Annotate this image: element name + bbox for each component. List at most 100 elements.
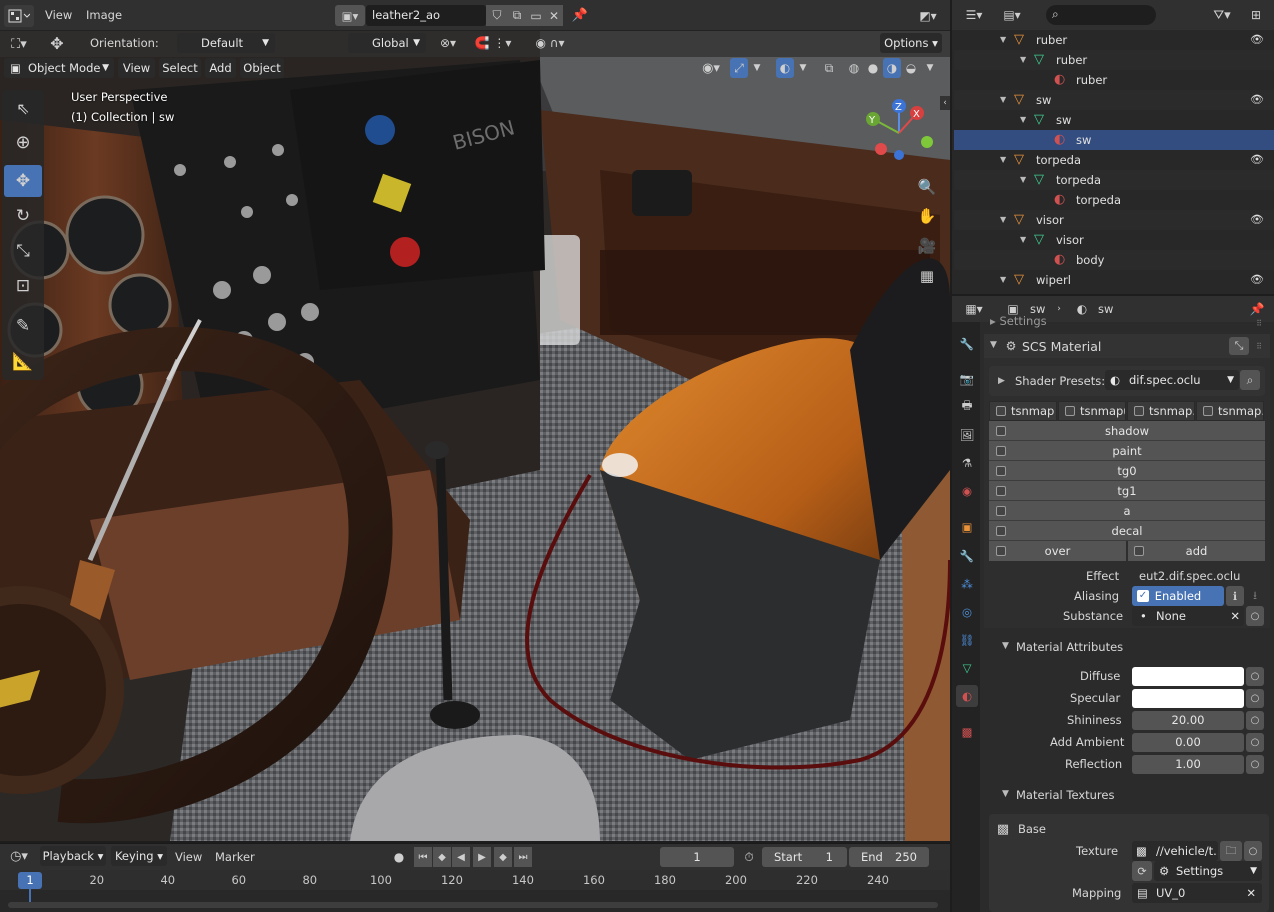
chevron-down-icon[interactable]: ▼ (750, 58, 764, 78)
keyframe-dot-icon[interactable]: ○ (1246, 733, 1264, 752)
expand-panel-icon[interactable]: ⤡ (1229, 337, 1249, 355)
display-mode-icon[interactable]: ▤▾ (996, 5, 1028, 25)
flag-checkbox[interactable] (996, 506, 1006, 516)
flag-row-decal[interactable]: decal (989, 521, 1265, 541)
flag-tab-checkbox[interactable] (1134, 406, 1144, 416)
viewport-area[interactable]: BISON (0, 31, 950, 841)
image-name-field[interactable]: leather2_ao (366, 5, 486, 26)
constraints-tab-icon[interactable]: ⛓ (956, 629, 978, 651)
keyframe-dot-icon[interactable]: ○ (1244, 841, 1262, 861)
shader-presets-dropdown[interactable]: ◐ dif.spec.oclu ▼ (1105, 370, 1239, 390)
outliner-row[interactable]: ▼ ▽ sw (954, 110, 1274, 130)
overlays-icon[interactable]: ◐ (776, 58, 794, 78)
mode-dropdown[interactable]: ▣ Object Mode ▼ (4, 58, 114, 78)
move-gizmo-icon[interactable]: ✥ (44, 32, 70, 54)
expand-arrow-icon[interactable]: ▼ (1000, 150, 1006, 170)
outliner-row[interactable]: ◐ sw (954, 130, 1274, 150)
keyframe-dot-icon[interactable]: ○ (1246, 755, 1264, 774)
chevron-down-icon[interactable]: ▼ (923, 58, 937, 78)
render-tab-icon[interactable]: 📷 (956, 368, 978, 390)
eye-icon[interactable]: 👁 (1250, 210, 1264, 230)
output-tab-icon[interactable]: 🖶 (956, 396, 978, 418)
eye-icon[interactable]: 👁 (1250, 90, 1264, 110)
aliasing-toggle[interactable]: ✓ Enabled (1132, 586, 1224, 606)
flag-add-toggle[interactable]: add (1128, 541, 1265, 561)
collapse-arrow-icon[interactable]: ▶ (998, 376, 1005, 386)
xray-icon[interactable]: ⧉ (820, 58, 838, 78)
clear-icon[interactable]: ✕ (1230, 606, 1240, 626)
timeline-view-menu[interactable]: View (175, 850, 202, 864)
collapse-arrow-icon[interactable]: ‹ (940, 96, 950, 110)
unlink-icon[interactable]: ✕ (545, 5, 563, 26)
diffuse-color-swatch[interactable] (1132, 667, 1244, 686)
keying-dropdown[interactable]: Keying ▾ (111, 846, 167, 866)
modifier-tab-icon[interactable]: 🔧 (956, 545, 978, 567)
info-icon[interactable]: ℹ (1226, 586, 1244, 606)
scale-tool-icon[interactable]: ⤡ (4, 235, 42, 267)
zoom-icon[interactable]: 🔍 (914, 175, 940, 199)
jump-end-icon[interactable]: ⏭ (514, 847, 532, 867)
material-textures-title[interactable]: Material Textures (1016, 788, 1114, 802)
fake-user-icon[interactable]: ⛉ (486, 5, 508, 26)
camera-icon[interactable]: 🎥 (914, 234, 940, 258)
keyframe-dot-icon[interactable]: ○ (1246, 711, 1264, 730)
visibility-filter-icon[interactable]: ◉▾ (696, 58, 726, 78)
flag-tab-checkbox[interactable] (1065, 406, 1075, 416)
flag-checkbox[interactable] (996, 526, 1006, 536)
flag-row-shadow[interactable]: shadow (989, 421, 1265, 441)
transform-space-dropdown[interactable]: Global ▼ (348, 33, 426, 53)
flag-tab-checkbox[interactable] (1203, 406, 1213, 416)
playhead-badge[interactable]: 1 (18, 872, 42, 889)
eye-icon[interactable]: 👁 (1250, 150, 1264, 170)
expand-arrow-icon[interactable]: ▼ (1020, 50, 1026, 70)
cursor-tool-icon[interactable]: ⊕ (4, 126, 42, 158)
flag-row-tg1[interactable]: tg1 (989, 481, 1265, 501)
flag-checkbox[interactable] (996, 486, 1006, 496)
world-tab-icon[interactable]: ◉ (956, 480, 978, 502)
flag-row-tg0[interactable]: tg0 (989, 461, 1265, 481)
material-shading-icon[interactable]: ◑ (883, 58, 901, 78)
mapping-field[interactable]: ▤ UV_0 ✕ (1132, 883, 1262, 903)
clear-icon[interactable]: ✕ (1246, 883, 1256, 903)
timeline-scrollbar[interactable] (8, 902, 938, 908)
playback-dropdown[interactable]: Playback ▾ (40, 846, 106, 866)
jump-start-icon[interactable]: ⏮ (414, 847, 432, 867)
shininess-field[interactable]: 20.00 (1132, 711, 1244, 730)
drag-handle-icon[interactable]: ⠿ (1252, 339, 1266, 353)
navigation-gizmo[interactable]: Z Y X (855, 95, 945, 165)
orientation-dropdown[interactable]: Default ▼ (177, 33, 275, 53)
image-browse-icon[interactable]: ▣▾ (335, 5, 365, 26)
reload-icon[interactable]: ⟳ (1132, 861, 1152, 881)
outliner-row[interactable]: ▼ ▽ torpeda 👁 (954, 150, 1274, 170)
pin-icon[interactable]: 📌 (570, 5, 590, 26)
end-frame-field[interactable]: End 250 (849, 847, 929, 867)
expand-arrow-icon[interactable]: ▼ (1000, 30, 1006, 50)
select-tool-icon[interactable]: ⇖ (4, 92, 42, 124)
chevron-down-icon[interactable]: ▼ (796, 58, 810, 78)
keyframe-dot-icon[interactable]: ○ (1246, 689, 1264, 708)
eye-icon[interactable]: 👁 (1250, 30, 1264, 50)
outliner-row[interactable]: ◐ body (954, 250, 1274, 270)
open-folder-icon[interactable]: 🗀 (1220, 841, 1242, 861)
texture-settings-dropdown[interactable]: ⚙ Settings ▼ (1154, 861, 1262, 881)
outliner-row[interactable]: ▼ ▽ visor (954, 230, 1274, 250)
particles-tab-icon[interactable]: ⁂ (956, 573, 978, 595)
outliner-row[interactable]: ▼ ▽ wiperl 👁 (954, 270, 1274, 290)
wireframe-shading-icon[interactable]: ◍ (845, 58, 863, 78)
start-frame-field[interactable]: Start 1 (762, 847, 847, 867)
ortho-grid-icon[interactable]: ▦ (914, 264, 940, 288)
rotate-tool-icon[interactable]: ↻ (4, 200, 42, 232)
pin-icon[interactable]: 📌 (1248, 299, 1266, 319)
expand-arrow-icon[interactable]: ▼ (1020, 170, 1026, 190)
texture-tab-icon[interactable]: ▩ (956, 721, 978, 743)
options-button[interactable]: Options ▾ (880, 33, 942, 53)
outliner-row[interactable]: ◐ ruber (954, 70, 1274, 90)
expand-arrow-icon[interactable]: ▼ (1000, 210, 1006, 230)
outliner-search-input[interactable]: ⌕ (1046, 5, 1156, 25)
play-reverse-icon[interactable]: ◀ (452, 847, 470, 867)
editor-type-icon[interactable] (4, 5, 34, 27)
expand-arrow-icon[interactable]: ▼ (1000, 90, 1006, 110)
new-collection-icon[interactable]: ⊞ (1244, 5, 1268, 25)
expand-arrow-icon[interactable]: ▼ (990, 340, 997, 350)
record-icon[interactable]: ● (390, 847, 408, 867)
